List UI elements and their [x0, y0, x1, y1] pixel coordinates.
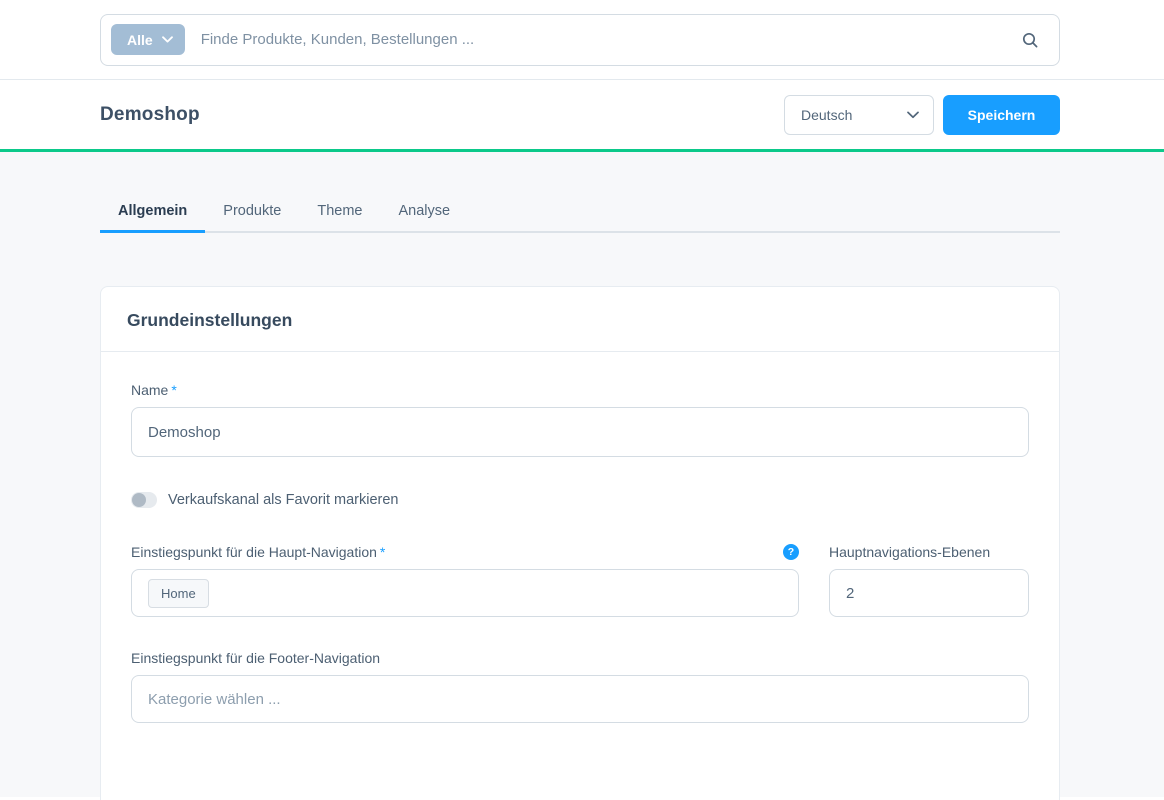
search-filter-label: Alle: [127, 32, 153, 48]
nav-levels-label: Hauptnavigations-Ebenen: [829, 544, 1029, 560]
card-title: Grundeinstellungen: [127, 310, 1029, 331]
card-body: Name* Verkaufskanal als Favorit markiere…: [101, 352, 1059, 753]
required-asterisk: *: [171, 382, 176, 398]
main-nav-field-group: Einstiegspunkt für die Haupt-Navigation*…: [131, 544, 799, 617]
save-button[interactable]: Speichern: [943, 95, 1060, 135]
name-input[interactable]: [131, 407, 1029, 457]
help-icon[interactable]: ?: [783, 544, 799, 560]
language-select-value: Deutsch: [801, 107, 852, 123]
navigation-row: Einstiegspunkt für die Haupt-Navigation*…: [131, 544, 1029, 617]
chevron-down-icon: [907, 111, 919, 119]
tab-allgemein[interactable]: Allgemein: [100, 198, 205, 233]
main-nav-label-text: Einstiegspunkt für die Haupt-Navigation: [131, 544, 377, 560]
search-filter-button[interactable]: Alle: [111, 24, 185, 55]
main-nav-label-row: Einstiegspunkt für die Haupt-Navigation*…: [131, 544, 799, 560]
name-label-text: Name: [131, 382, 168, 398]
language-select[interactable]: Deutsch: [784, 95, 934, 135]
toggle-knob: [132, 493, 146, 507]
search-icon[interactable]: [1021, 31, 1039, 49]
main-nav-select[interactable]: Home: [131, 569, 799, 617]
settings-card: Grundeinstellungen Name* Verkaufskanal a…: [100, 286, 1060, 800]
card-header: Grundeinstellungen: [101, 287, 1059, 352]
favorite-toggle-label: Verkaufskanal als Favorit markieren: [168, 492, 399, 508]
tab-analyse[interactable]: Analyse: [380, 198, 468, 233]
nav-levels-field-group: Hauptnavigations-Ebenen: [829, 544, 1029, 617]
category-chip[interactable]: Home: [148, 579, 209, 608]
page-header: Demoshop Deutsch Speichern: [0, 80, 1164, 152]
footer-nav-input[interactable]: [131, 675, 1029, 723]
topbar: Alle: [0, 0, 1164, 80]
nav-levels-input[interactable]: [829, 569, 1029, 617]
content-area: Allgemein Produkte Theme Analyse Grundei…: [0, 152, 1164, 797]
page-title: Demoshop: [100, 104, 200, 126]
tab-bar: Allgemein Produkte Theme Analyse: [100, 198, 1060, 233]
favorite-toggle[interactable]: [131, 492, 157, 508]
header-actions: Deutsch Speichern: [784, 95, 1060, 135]
chevron-down-icon: [162, 36, 173, 43]
name-label: Name*: [131, 382, 1029, 398]
required-asterisk: *: [380, 544, 385, 560]
footer-nav-field-group: Einstiegspunkt für die Footer-Navigation: [131, 650, 1029, 723]
footer-nav-label: Einstiegspunkt für die Footer-Navigation: [131, 650, 1029, 666]
tab-produkte[interactable]: Produkte: [205, 198, 299, 233]
tab-theme[interactable]: Theme: [299, 198, 380, 233]
name-field-group: Name*: [131, 382, 1029, 457]
search-input[interactable]: [185, 31, 1021, 48]
global-search-bar[interactable]: Alle: [100, 14, 1060, 66]
favorite-toggle-row: Verkaufskanal als Favorit markieren: [131, 492, 1029, 508]
main-nav-label: Einstiegspunkt für die Haupt-Navigation*: [131, 544, 385, 560]
